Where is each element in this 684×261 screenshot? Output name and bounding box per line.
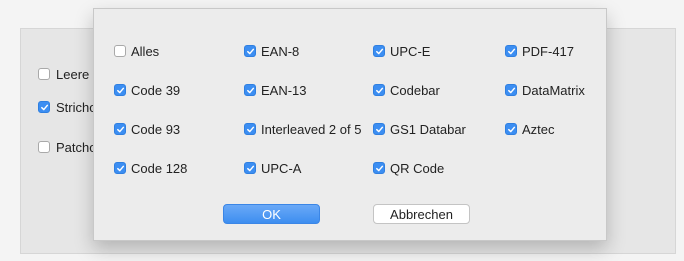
option-upc-a[interactable]: UPC-A xyxy=(244,160,301,176)
option-label: UPC-E xyxy=(390,43,431,59)
checkbox[interactable] xyxy=(505,123,517,135)
option-gs1-databar[interactable]: GS1 Databar xyxy=(373,121,466,137)
option-code-93[interactable]: Code 93 xyxy=(114,121,180,137)
option-codebar[interactable]: Codebar xyxy=(373,82,440,98)
barcode-type-dialog: Alles Code 39 Code 93 Code 128 EAN-8 EAN… xyxy=(93,8,607,241)
option-upc-e[interactable]: UPC-E xyxy=(373,43,430,59)
background-option-strich[interactable]: Stricho xyxy=(38,99,96,115)
checkmark-icon xyxy=(246,87,254,93)
option-label: Code 39 xyxy=(131,82,181,98)
checkmark-icon xyxy=(246,48,254,54)
background-option-label: Patcho xyxy=(56,139,97,155)
option-label: DataMatrix xyxy=(522,82,585,98)
option-aztec[interactable]: Aztec xyxy=(505,121,555,137)
option-label: Codebar xyxy=(390,82,440,98)
background-option-leere[interactable]: Leere xyxy=(38,66,89,82)
checkbox[interactable] xyxy=(373,84,385,96)
option-code-128[interactable]: Code 128 xyxy=(114,160,187,176)
background-option-label: Stricho xyxy=(56,99,97,115)
option-label: EAN-8 xyxy=(261,43,300,59)
checkmark-icon xyxy=(246,126,254,132)
option-code-39[interactable]: Code 39 xyxy=(114,82,180,98)
checkbox[interactable] xyxy=(373,162,385,174)
checkmark-icon xyxy=(116,87,124,93)
cancel-button[interactable]: Abbrechen xyxy=(373,204,470,224)
checkbox[interactable] xyxy=(114,162,126,174)
background-option-label: Leere xyxy=(56,66,90,82)
option-label: Interleaved 2 of 5 xyxy=(261,121,362,137)
checkmark-icon xyxy=(375,48,383,54)
option-label: Code 93 xyxy=(131,121,181,137)
checkbox[interactable] xyxy=(505,84,517,96)
ok-button[interactable]: OK xyxy=(223,204,320,224)
option-label: EAN-13 xyxy=(261,82,307,98)
checkbox[interactable] xyxy=(244,45,256,57)
option-pdf-417[interactable]: PDF-417 xyxy=(505,43,574,59)
checkmark-icon xyxy=(116,165,124,171)
checkmark-icon xyxy=(375,87,383,93)
checkbox[interactable] xyxy=(244,84,256,96)
checkmark-icon xyxy=(40,104,48,110)
option-label: UPC-A xyxy=(261,160,302,176)
checkmark-icon xyxy=(507,126,515,132)
checkmark-icon xyxy=(246,165,254,171)
checkmark-icon xyxy=(507,48,515,54)
checkbox[interactable] xyxy=(373,45,385,57)
checkbox[interactable] xyxy=(244,162,256,174)
option-qr-code[interactable]: QR Code xyxy=(373,160,444,176)
checkbox[interactable] xyxy=(373,123,385,135)
option-alles[interactable]: Alles xyxy=(114,43,159,59)
option-label: QR Code xyxy=(390,160,445,176)
option-ean-13[interactable]: EAN-13 xyxy=(244,82,307,98)
option-label: PDF-417 xyxy=(522,43,575,59)
checkbox[interactable] xyxy=(114,84,126,96)
checkmark-icon xyxy=(116,126,124,132)
checkbox[interactable] xyxy=(505,45,517,57)
option-interleaved-2-of-5[interactable]: Interleaved 2 of 5 xyxy=(244,121,361,137)
option-label: Aztec xyxy=(522,121,555,137)
checkbox[interactable] xyxy=(114,123,126,135)
option-label: Alles xyxy=(131,43,160,59)
option-label: Code 128 xyxy=(131,160,188,176)
checkmark-icon xyxy=(375,126,383,132)
checkbox[interactable] xyxy=(38,141,50,153)
checkmark-icon xyxy=(507,87,515,93)
background-option-patch[interactable]: Patcho xyxy=(38,139,96,155)
checkbox[interactable] xyxy=(38,68,50,80)
option-ean-8[interactable]: EAN-8 xyxy=(244,43,299,59)
option-datamatrix[interactable]: DataMatrix xyxy=(505,82,585,98)
checkbox[interactable] xyxy=(114,45,126,57)
checkbox[interactable] xyxy=(38,101,50,113)
option-label: GS1 Databar xyxy=(390,121,466,137)
checkmark-icon xyxy=(375,165,383,171)
checkbox[interactable] xyxy=(244,123,256,135)
